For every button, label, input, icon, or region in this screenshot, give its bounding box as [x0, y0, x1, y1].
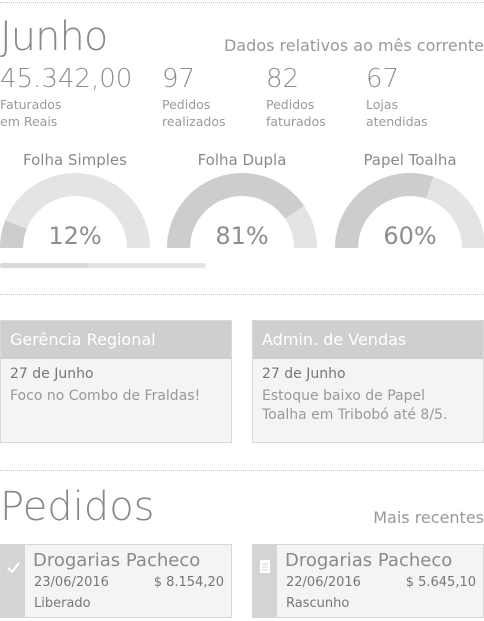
order-item[interactable]: Drogarias Pacheco 22/06/2016 $ 5.645,10 … — [252, 544, 484, 618]
card-text: Foco no Combo de Fraldas! — [10, 388, 201, 404]
order-amount: $ 8.154,20 — [153, 575, 224, 590]
order-status-bar — [253, 545, 277, 617]
stat-value: 97 — [162, 64, 196, 94]
order-date: 22/06/2016 — [286, 575, 361, 590]
stat-label: Faturados em Reais — [0, 96, 132, 130]
stat-label: Pedidos faturados — [266, 96, 326, 130]
stat-label-line: Pedidos — [266, 97, 315, 112]
stat-label-line: Faturados — [0, 97, 62, 112]
gauge-percent-folha-simples: 12% — [48, 222, 102, 250]
stat-label: Lojas atendidas — [366, 96, 428, 130]
order-status: Liberado — [34, 596, 91, 611]
gauge-title-folha-dupla: Folha Dupla — [197, 151, 287, 169]
order-customer: Drogarias Pacheco — [285, 550, 453, 571]
gauge-title-folha-simples: Folha Simples — [23, 151, 127, 169]
card-admin-vendas[interactable]: Admin. de Vendas 27 de Junho Estoque bai… — [252, 320, 484, 443]
order-customer: Drogarias Pacheco — [33, 550, 201, 571]
progress-fill — [0, 263, 89, 268]
stat-value: 67 — [366, 64, 400, 94]
stat-value: 82 — [266, 64, 300, 94]
stat-orders-billed: 82 Pedidos faturados — [266, 64, 326, 130]
card-date: 27 de Junho — [10, 366, 94, 382]
stat-value: 45.342,00 — [0, 64, 133, 94]
card-title: Admin. de Vendas — [253, 321, 483, 359]
orders-title: Pedidos — [0, 484, 155, 530]
document-icon — [260, 560, 270, 573]
orders-subtitle[interactable]: Mais recentes — [373, 508, 484, 527]
progress-bar — [0, 263, 206, 268]
order-status: Rascunho — [286, 596, 350, 611]
stat-label-line: em Reais — [0, 114, 58, 129]
card-title: Gerência Regional — [1, 321, 231, 359]
stat-label-line: faturados — [266, 114, 326, 129]
stat-orders-placed: 97 Pedidos realizados — [162, 64, 225, 130]
stat-label-line: Pedidos — [162, 97, 211, 112]
order-date: 23/06/2016 — [34, 575, 109, 590]
stat-revenue: 45.342,00 Faturados em Reais — [0, 64, 132, 130]
order-item[interactable]: Drogarias Pacheco 23/06/2016 $ 8.154,20 … — [0, 544, 232, 618]
order-status-bar — [1, 545, 25, 617]
card-date: 27 de Junho — [262, 366, 346, 382]
page-subtitle: Dados relativos ao mês corrente — [224, 36, 484, 55]
card-text: Estoque baixo de Papel Toalha em Tribobó… — [262, 388, 448, 423]
stat-label-line: atendidas — [366, 114, 428, 129]
top-divider — [0, 2, 484, 3]
card-body: 27 de Junho Foco no Combo de Fraldas! — [1, 359, 231, 413]
stat-label-line: realizados — [162, 114, 226, 129]
section-divider — [0, 470, 484, 471]
order-amount: $ 5.645,10 — [405, 575, 476, 590]
check-icon — [7, 562, 20, 574]
gauge-title-papel-toalha: Papel Toalha — [363, 151, 457, 169]
stat-stores-served: 67 Lojas atendidas — [366, 64, 428, 130]
gauge-percent-folha-dupla: 81% — [215, 222, 269, 250]
card-body: 27 de Junho Estoque baixo de Papel Toalh… — [253, 359, 483, 432]
stat-label-line: Lojas — [366, 97, 399, 112]
page-title: Junho — [0, 14, 108, 60]
section-divider — [0, 294, 484, 295]
stat-label: Pedidos realizados — [162, 96, 225, 130]
gauge-percent-papel-toalha: 60% — [383, 222, 437, 250]
card-gerencia-regional[interactable]: Gerência Regional 27 de Junho Foco no Co… — [0, 320, 232, 443]
